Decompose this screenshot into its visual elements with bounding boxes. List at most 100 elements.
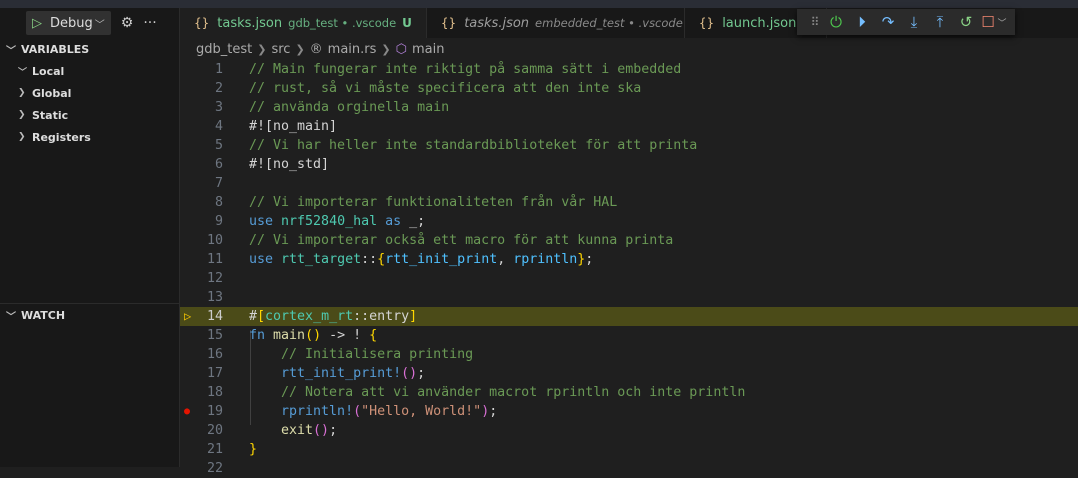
code-line[interactable]: 10 // Vi importerar också ett macro för a… (180, 231, 1078, 250)
debug-toolbar: ▷ Debug ﹀ ⚙ ··· (0, 8, 179, 38)
code-token: , (497, 252, 514, 267)
json-icon: {} (698, 16, 715, 30)
line-number: 2 (214, 81, 223, 96)
code-token: #![no_main] (249, 119, 338, 134)
code-line[interactable]: 1 // Main fungerar inte riktigt på samma … (180, 60, 1078, 79)
code-token: rprintln (513, 252, 578, 267)
breadcrumb-item[interactable]: main (412, 42, 444, 57)
item-label: Registers (32, 130, 91, 144)
code-text: // Main fungerar inte riktigt på samma s… (249, 60, 681, 79)
stop-icon[interactable]: ☐ (979, 13, 997, 31)
rust-file-icon: ® (309, 41, 323, 57)
tab-tasks-json-gdb[interactable]: {} tasks.json gdb_test • .vscode U (180, 8, 427, 38)
continue-icon[interactable]: ⏵ (849, 13, 875, 31)
variables-item-static[interactable]: ❯ Static (0, 104, 179, 126)
code-token: ] (409, 309, 418, 324)
code-line[interactable]: 5 // Vi har heller inte standardbibliotek… (180, 136, 1078, 155)
watch-section-header[interactable]: ﹀ WATCH (0, 304, 180, 326)
disconnect-icon[interactable]: ⏻ (823, 13, 849, 31)
code-text: exit(); (249, 421, 337, 440)
line-number: 4 (214, 119, 223, 134)
code-line[interactable]: 2 // rust, så vi måste specificera att de… (180, 79, 1078, 98)
tab-name: tasks.json (464, 15, 530, 31)
ellipsis-icon[interactable]: ··· (143, 15, 156, 31)
code-token: ( (353, 404, 362, 419)
chevron-down-icon: ﹀ (18, 67, 28, 78)
code-line[interactable]: 8 // Vi importerar funktionaliteten från … (180, 193, 1078, 212)
code-token: main (273, 328, 306, 343)
chevron-down-icon[interactable]: ﹀ (997, 16, 1007, 29)
code-line[interactable]: 17 rtt_init_print!(); (180, 364, 1078, 383)
chevron-down-icon: ﹀ (94, 19, 105, 31)
code-line[interactable]: 7 (180, 174, 1078, 193)
drag-handle-icon[interactable]: ⠿ (807, 15, 823, 29)
line-number: 18 (206, 385, 223, 400)
code-line[interactable]: ▷ 14 #[cortex_m_rt::entry] (180, 307, 1078, 326)
line-number: 21 (206, 442, 223, 457)
watch-title: WATCH (21, 308, 66, 322)
debug-config-select[interactable]: ▷ Debug ﹀ (26, 11, 111, 35)
item-label: Global (32, 86, 72, 100)
line-number: 10 (206, 233, 223, 248)
code-text: #[cortex_m_rt::entry] (249, 307, 417, 326)
step-out-icon[interactable]: ⤒ (927, 13, 953, 31)
line-number: 1 (214, 62, 223, 77)
code-line[interactable]: ● 19 rprintln!("Hello, World!"); (180, 402, 1078, 421)
code-token: // Initialisera printing (249, 347, 474, 362)
code-editor[interactable]: 1 // Main fungerar inte riktigt på samma … (180, 60, 1078, 476)
code-line[interactable]: 21} (180, 440, 1078, 459)
code-line[interactable]: 16 // Initialisera printing (180, 345, 1078, 364)
line-number: 8 (214, 195, 223, 210)
code-line[interactable]: 3 // använda orginella main (180, 98, 1078, 117)
code-token: :: (361, 252, 378, 267)
code-text: // Vi importerar också ett macro för att… (249, 231, 673, 250)
line-number: 13 (206, 290, 223, 305)
step-over-icon[interactable]: ↷ (875, 13, 901, 31)
code-line[interactable]: 22 (180, 459, 1078, 478)
variables-section-header[interactable]: ﹀ VARIABLES (0, 38, 179, 60)
variables-item-global[interactable]: ❯ Global (0, 82, 179, 104)
breadcrumb-item[interactable]: main.rs (328, 42, 377, 57)
code-token: # (249, 309, 258, 324)
code-token: // Vi importerar också ett macro för att… (249, 233, 674, 248)
code-text: // Vi importerar funktionaliteten från v… (249, 193, 617, 212)
chevron-right-icon: ❯ (295, 42, 305, 56)
line-number: 22 (206, 461, 223, 476)
json-icon: {} (194, 16, 210, 30)
code-token: // Notera att vi använder macrot rprintl… (249, 385, 746, 400)
line-number: 9 (214, 214, 223, 229)
breadcrumb: gdb_test ❯ src ❯ ® main.rs ❯ ⬡ main (180, 38, 444, 60)
code-line[interactable]: 20 exit(); (180, 421, 1078, 440)
code-token: "Hello, World!" (361, 404, 482, 419)
code-text: #![no_main] (249, 117, 337, 136)
code-token: { (377, 252, 386, 267)
line-number: 12 (206, 271, 223, 286)
code-text: // använda orginella main (249, 98, 449, 117)
chevron-right-icon: ❯ (381, 42, 391, 56)
play-icon[interactable]: ▷ (32, 16, 42, 31)
code-text: // Notera att vi använder macrot rprintl… (249, 383, 745, 402)
code-line[interactable]: 6 #![no_std] (180, 155, 1078, 174)
code-line[interactable]: 12 (180, 269, 1078, 288)
code-line[interactable]: 15 fn main() -> ! { (180, 326, 1078, 345)
restart-icon[interactable]: ↺ (953, 13, 979, 31)
tab-tasks-json-embedded[interactable]: {} tasks.json embedded_test • .vscode (427, 8, 685, 38)
code-line[interactable]: 18 // Notera att vi använder macrot rpri… (180, 383, 1078, 402)
code-token: ; (585, 252, 594, 267)
code-line[interactable]: 11 use rtt_target::{rtt_init_print, rprin… (180, 250, 1078, 269)
code-token: } (249, 442, 258, 457)
untracked-badge: U (402, 16, 412, 30)
item-label: Static (32, 108, 69, 122)
step-into-icon[interactable]: ⤓ (901, 13, 927, 31)
gear-icon[interactable]: ⚙ (121, 15, 134, 31)
variables-item-registers[interactable]: ❯ Registers (0, 126, 179, 148)
code-text: // Initialisera printing (249, 345, 473, 364)
breadcrumb-item[interactable]: src (271, 42, 290, 57)
code-line[interactable]: 13 (180, 288, 1078, 307)
chevron-down-icon: ﹀ (6, 45, 16, 57)
code-line[interactable]: 4 #![no_main] (180, 117, 1078, 136)
breadcrumb-item[interactable]: gdb_test (196, 42, 252, 57)
variables-item-local[interactable]: ﹀ Local (0, 60, 179, 82)
code-line[interactable]: 9 use nrf52840_hal as _; (180, 212, 1078, 231)
tab-name: launch.json (722, 15, 797, 31)
